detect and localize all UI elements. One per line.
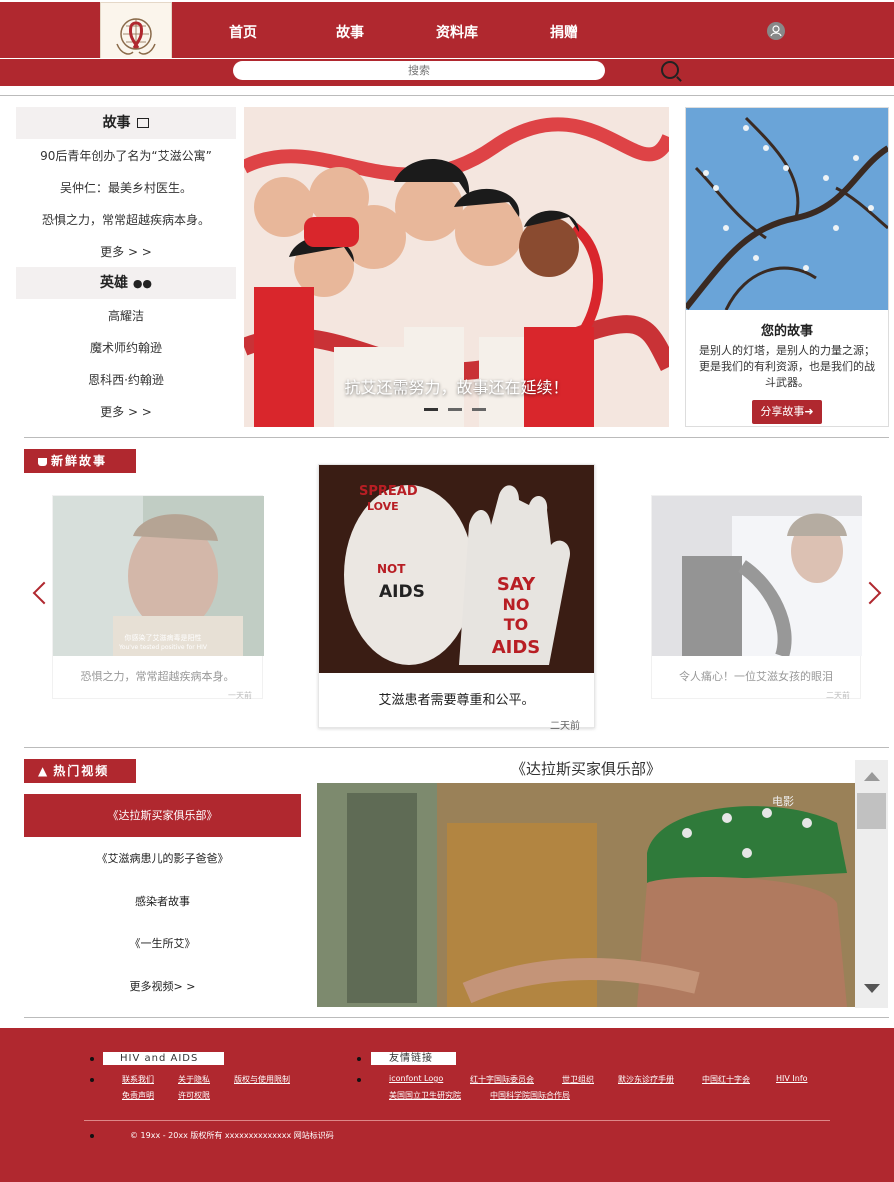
- copyright-text: © 19xx - 20xx 版权所有 xxxxxxxxxxxxxx 网站标识码: [130, 1131, 334, 1140]
- video-item[interactable]: 《一生所艾》: [24, 922, 301, 965]
- paint-text: NOT: [377, 562, 406, 576]
- story-image: 你感染了艾滋病毒是阳性 You've tested positive for H…: [53, 496, 264, 656]
- divider: [24, 437, 889, 438]
- paint-text: LOVE: [367, 500, 399, 513]
- story-card-time: 二天前: [550, 721, 580, 732]
- footer-link[interactable]: 联系我们: [122, 1074, 154, 1085]
- subtitle-en: You've tested positive for HIV: [118, 644, 208, 651]
- list-bullet: [90, 1057, 94, 1061]
- footer-link[interactable]: 中国红十字会: [702, 1074, 750, 1085]
- video-watermark: 电影: [772, 795, 794, 808]
- hero-link[interactable]: 恩科西·约翰逊: [16, 371, 236, 388]
- share-story-label: 分享故事: [760, 405, 805, 418]
- heroes-heading: 英雄 ●●: [16, 267, 236, 299]
- video-item[interactable]: 感染者故事: [24, 880, 301, 923]
- video-item[interactable]: 《艾滋病患儿的影子爸爸》: [24, 837, 301, 880]
- divider: [24, 1017, 889, 1018]
- hot-videos-tag: ▲ 热门视频: [24, 759, 136, 783]
- nav-library[interactable]: 资料库: [436, 22, 478, 42]
- footer-link[interactable]: 美国国立卫生研究院: [389, 1090, 461, 1101]
- story-card-featured[interactable]: SPREAD LOVE NOT AIDS SAY NO TO AIDS 艾滋患者…: [318, 464, 595, 732]
- video-player[interactable]: 电影: [317, 783, 855, 1007]
- scroll-up-icon[interactable]: [864, 772, 880, 781]
- carousel-dot[interactable]: [424, 408, 438, 411]
- story-card-text: 艾滋患者需要尊重和公平。: [378, 693, 535, 708]
- more-videos-link[interactable]: 更多视频> >: [24, 965, 301, 1008]
- search-input[interactable]: [233, 61, 605, 80]
- search-icon[interactable]: [661, 61, 679, 79]
- story-card[interactable]: 你感染了艾滋病毒是阳性 You've tested positive for H…: [52, 495, 264, 700]
- list-bullet: [357, 1078, 361, 1082]
- video-title: 《达拉斯买家俱乐部》: [510, 760, 661, 778]
- footer-col1-heading: HIV and AIDS: [103, 1052, 224, 1065]
- story-link[interactable]: 恐惧之力，常常超越疾病本身。: [16, 211, 236, 228]
- footer-link[interactable]: 中国科学院国际合作局: [490, 1090, 570, 1101]
- footer-link[interactable]: 世卫组织: [562, 1074, 594, 1085]
- story-image: SPREAD LOVE NOT AIDS SAY NO TO AIDS: [319, 465, 594, 673]
- carousel-dot[interactable]: [472, 408, 486, 411]
- subtitle-cn: 你感染了艾滋病毒是阳性: [125, 633, 202, 642]
- hero-link[interactable]: 高耀洁: [16, 307, 236, 324]
- list-bullet: [90, 1078, 94, 1082]
- paint-text: SAY: [497, 574, 536, 595]
- ribbon-globe-logo-icon: [116, 17, 156, 55]
- stories-heading-label: 故事: [102, 115, 131, 131]
- footer-link[interactable]: 默沙东诊疗手册: [618, 1074, 674, 1085]
- your-story-text: 是别人的灯塔，是别人的力量之源；更是我们的有利资源，也是我们的战斗武器。: [699, 344, 875, 389]
- share-arrow-icon: ➜: [804, 405, 814, 418]
- footer-link[interactable]: 许可权限: [178, 1090, 210, 1101]
- fire-icon: ▲: [38, 764, 50, 778]
- book-icon: [137, 118, 150, 128]
- people-icon: ●●: [132, 277, 153, 290]
- nav-donate[interactable]: 捐赠: [550, 22, 578, 42]
- story-card-time: 二天前: [826, 691, 850, 700]
- story-card-time: 一天前: [228, 691, 252, 700]
- story-image: [652, 496, 862, 656]
- footer-link[interactable]: 免责声明: [122, 1090, 154, 1101]
- footer-link[interactable]: 红十字国际委员会: [470, 1074, 534, 1085]
- carousel-next-arrow-icon[interactable]: [858, 581, 882, 605]
- heroes-more-link[interactable]: 更多 > >: [16, 403, 236, 420]
- fresh-stories-tag: 新鲜故事: [24, 449, 136, 473]
- story-card-text: 令人痛心！一位艾滋女孩的眼泪: [679, 670, 833, 683]
- story-card-text: 恐惧之力，常常超越疾病本身。: [80, 670, 235, 683]
- paint-text: TO: [504, 615, 529, 634]
- carousel-dot[interactable]: [448, 408, 462, 411]
- paint-text: AIDS: [492, 637, 541, 658]
- fresh-stories-tag-label: 新鲜故事: [51, 454, 108, 468]
- footer-divider: [84, 1120, 830, 1121]
- footer-link[interactable]: 版权与使用限制: [234, 1074, 290, 1085]
- heroes-heading-label: 英雄: [99, 275, 128, 291]
- hero-caption: 抗艾还需努力，故事还在延续！: [344, 378, 569, 397]
- coffee-icon: [38, 457, 47, 466]
- paint-text: AIDS: [379, 582, 425, 602]
- hot-videos-tag-label: 热门视频: [53, 764, 110, 778]
- stories-more-link[interactable]: 更多 > >: [16, 243, 236, 260]
- story-link[interactable]: 90后青年创办了名为“艾滋公寓”: [16, 147, 236, 164]
- list-bullet: [90, 1134, 94, 1138]
- share-story-button[interactable]: 分享故事➜: [752, 400, 822, 424]
- footer-link[interactable]: HIV Info: [776, 1074, 808, 1083]
- hero-link[interactable]: 魔术师约翰逊: [16, 339, 236, 356]
- stories-heading: 故事: [16, 107, 236, 139]
- user-avatar-icon[interactable]: [767, 22, 785, 40]
- divider: [24, 747, 889, 748]
- divider: [0, 95, 894, 96]
- story-link[interactable]: 吴仲仁：最美乡村医生。: [16, 179, 236, 196]
- your-story-title: 您的故事: [760, 324, 813, 339]
- nav-stories[interactable]: 故事: [336, 22, 364, 42]
- footer-col2-heading: 友情链接: [371, 1052, 456, 1065]
- video-list-scrollbar[interactable]: [855, 760, 888, 1008]
- footer-link[interactable]: 关于隐私: [178, 1074, 210, 1085]
- footer-link[interactable]: iconfont Logo: [389, 1074, 443, 1083]
- list-bullet: [357, 1057, 361, 1061]
- scroll-thumb[interactable]: [857, 793, 886, 829]
- nav-home[interactable]: 首页: [229, 22, 257, 42]
- story-card[interactable]: 令人痛心！一位艾滋女孩的眼泪 二天前: [651, 495, 862, 700]
- paint-text: SPREAD: [359, 484, 418, 499]
- scroll-down-icon[interactable]: [864, 984, 880, 993]
- almond-blossom-image: [686, 108, 888, 310]
- paint-text: NO: [503, 595, 530, 614]
- video-item-active[interactable]: 《达拉斯买家俱乐部》: [24, 794, 301, 837]
